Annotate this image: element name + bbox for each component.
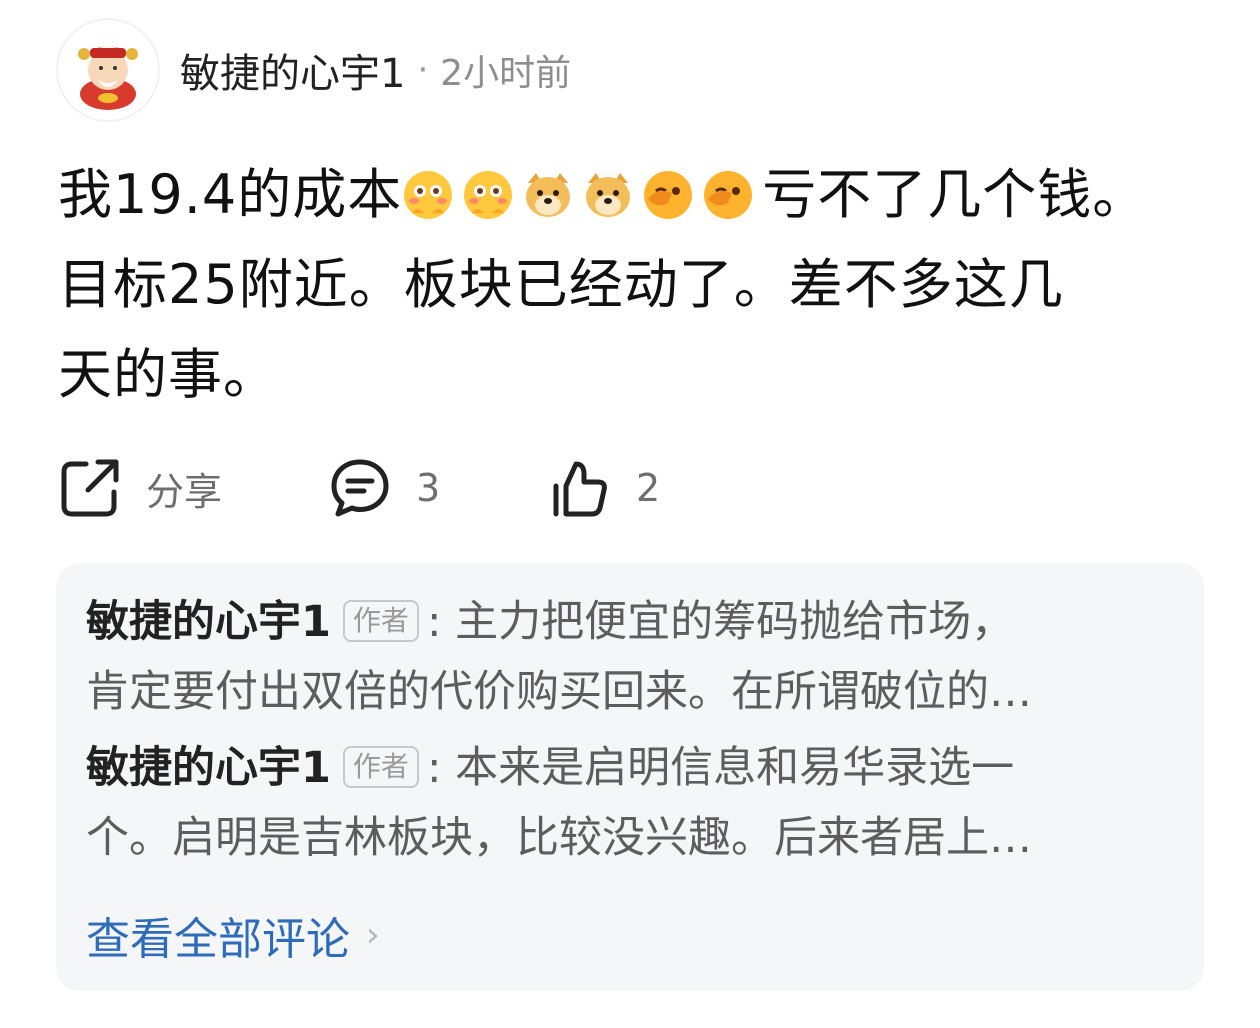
view-all-comments-link[interactable]: 查看全部评论 › [86,903,380,967]
comment-colon: : [426,597,442,647]
post-text-line3: 天的事。 [58,343,278,406]
flushed-face-emoji-icon [464,171,513,219]
flushed-face-emoji-icon [404,171,453,219]
avatar[interactable] [56,18,160,122]
comment-text-line2: 个。启明是吉林板块，比较没兴趣。后来者居上… [86,813,1032,863]
post-content: 我19.4的成本 亏不了几个钱。 目标25附近。板块已经动了。差不多这几 天的事… [58,150,1208,420]
comments-preview: 敏捷的心宇1 作者: 主力把便宜的筹码抛给市场， 肯定要付出双倍的代价购买回来。在… [56,563,1204,991]
comment-item[interactable]: 敏捷的心宇1 作者: 主力把便宜的筹码抛给市场， 肯定要付出双倍的代价购买回来。在… [86,587,1176,727]
comment-author[interactable]: 敏捷的心宇1 [86,597,331,647]
comment-colon: : [426,743,442,793]
post-time: 2小时前 [440,53,572,94]
share-icon [61,459,119,517]
comment-text-line2: 肯定要付出双倍的代价购买回来。在所谓破位的… [86,667,1032,717]
doge-emoji-icon [526,173,571,217]
avatar-god-of-wealth-icon [78,46,138,110]
comment-text-line1: 本来是启明信息和易华录选一 [455,743,1015,793]
author-name[interactable]: 敏捷的心宇1 [180,41,405,99]
separator-dot: · [417,50,429,90]
chevron-right-icon: › [366,915,380,955]
action-bar: 分享 3 2 [58,448,748,528]
post-text-part2: 亏不了几个钱。 [762,163,1148,226]
comment-text-line1: 主力把便宜的筹码抛给市场， [455,597,1015,647]
wink-face-emoji-icon [704,171,753,219]
like-button[interactable]: 2 [548,456,748,520]
thumbs-up-icon [553,461,607,517]
comment-author[interactable]: 敏捷的心宇1 [86,743,331,793]
view-all-label: 查看全部评论 [86,914,350,965]
post-text-line2: 目标25附近。板块已经动了。差不多这几 [58,253,1064,316]
comment-item[interactable]: 敏捷的心宇1 作者: 本来是启明信息和易华录选一 个。启明是吉林板块，比较没兴趣。… [86,733,1176,873]
author-tag: 作者 [342,600,419,642]
comment-button[interactable]: 3 [328,456,548,520]
share-label: 分享 [146,469,223,514]
like-count: 2 [636,466,661,510]
doge-emoji-icon [586,173,631,217]
post-text-part1: 我19.4的成本 [58,163,403,226]
comment-icon [331,459,389,517]
share-button[interactable]: 分享 [58,456,328,520]
comment-count: 3 [416,466,441,510]
author-tag: 作者 [342,746,419,788]
post-header: 敏捷的心宇1 · 2小时前 [56,16,571,124]
wink-face-emoji-icon [644,171,693,219]
